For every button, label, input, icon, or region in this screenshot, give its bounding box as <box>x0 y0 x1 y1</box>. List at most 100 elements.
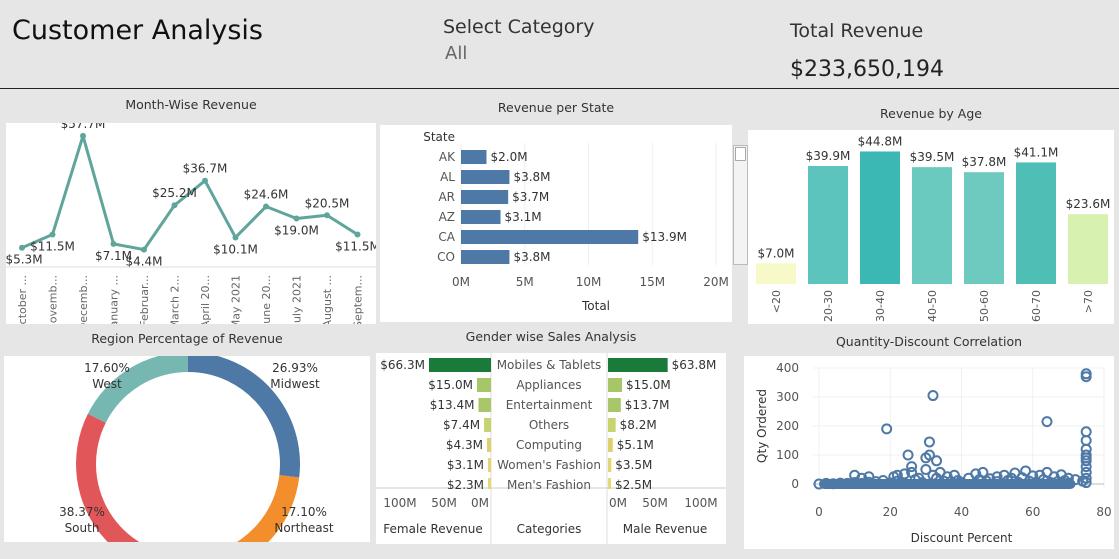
male-bar <box>608 378 623 392</box>
male-value-label: $15.0M <box>626 378 671 392</box>
female-value-label: $3.1M <box>447 458 484 472</box>
month-revenue-chart: $5.3M$11.5M$57.7M$7.1M$4.4M$25.2M$36.7M$… <box>5 117 379 333</box>
month-tick-label: August ... <box>321 275 334 324</box>
total-revenue-value: $233,650,194 <box>790 57 944 82</box>
male-x-tick: 100M <box>684 496 717 510</box>
state-scrollbar[interactable] <box>733 145 748 265</box>
state-bar <box>461 170 510 184</box>
age-value-label: $37.8M <box>962 155 1007 169</box>
state-x-tick: 0M <box>452 275 470 289</box>
state-row-label: AR <box>438 190 455 204</box>
month-tick-label: July 2021 <box>291 275 304 324</box>
month-value-label: $5.3M <box>6 253 43 267</box>
qd-y-tick: 200 <box>776 419 799 433</box>
category-filter-value[interactable]: All <box>445 43 467 64</box>
female-value-label: $66.3M <box>380 358 425 372</box>
month-point <box>49 231 56 238</box>
age-bar <box>1068 214 1108 284</box>
state-x-tick: 15M <box>639 275 665 289</box>
state-x-axis-label: Total <box>581 299 610 313</box>
region-name-label: West <box>92 377 122 391</box>
state-bar <box>461 230 639 244</box>
qd-x-tick: 60 <box>1025 505 1040 519</box>
female-bar <box>476 378 491 392</box>
state-row-label: AZ <box>439 210 455 224</box>
region-donut-chart: 26.93% Midwest 17.10% Northeast 38.37% South 1… <box>59 352 334 559</box>
category-filter-label: Select Category <box>443 16 595 38</box>
qd-y-tick: 400 <box>776 361 799 375</box>
state-value-label: $3.1M <box>505 210 542 224</box>
month-value-label: $36.7M <box>183 162 228 176</box>
age-tick-label: <20 <box>770 290 783 313</box>
region-pct-label: 26.93% <box>272 361 318 375</box>
male-axis-label: Male Revenue <box>623 522 708 536</box>
month-tick-label: October ... <box>16 275 29 324</box>
month-point <box>354 231 361 238</box>
age-value-label: $41.1M <box>1014 145 1059 159</box>
month-value-label: $25.2M <box>152 186 197 200</box>
female-x-tick: 50M <box>431 496 457 510</box>
female-x-tick: 0M <box>471 496 489 510</box>
region-name-label: South <box>65 521 100 535</box>
month-tick-label: March 2... <box>169 275 182 324</box>
total-revenue-label: Total Revenue <box>790 20 924 42</box>
age-bar <box>912 167 952 284</box>
category-label: Women's Fashion <box>497 458 601 472</box>
state-bar <box>461 190 509 204</box>
age-tick-label: 40-50 <box>926 290 939 322</box>
gender-sales-title: Gender wise Sales Analysis <box>465 329 637 344</box>
female-value-label: $4.3M <box>446 438 483 452</box>
age-bar <box>860 151 900 284</box>
state-row-label: AL <box>440 170 455 184</box>
female-x-tick: 100M <box>383 496 416 510</box>
category-label: Mobiles & Tablets <box>497 358 602 372</box>
female-bar <box>484 418 491 432</box>
qd-x-tick: 0 <box>815 505 823 519</box>
category-label: Appliances <box>516 378 581 392</box>
age-value-label: $23.6M <box>1066 197 1111 211</box>
state-row-label: AK <box>439 150 456 164</box>
month-revenue-title: Month-Wise Revenue <box>125 97 257 112</box>
category-label: Entertainment <box>506 398 593 412</box>
month-point <box>19 244 25 251</box>
male-bar <box>608 398 621 412</box>
month-value-label: $24.6M <box>244 188 289 202</box>
age-bar <box>756 263 796 284</box>
month-point <box>80 132 86 139</box>
male-value-label: $8.2M <box>620 418 657 432</box>
category-label: Computing <box>516 438 582 452</box>
category-label: Others <box>529 418 569 432</box>
month-value-label: $20.5M <box>305 196 350 210</box>
month-value-label: $19.0M <box>274 223 319 237</box>
state-row-label: CO <box>437 250 455 264</box>
female-bar <box>478 398 491 412</box>
male-value-label: $63.8M <box>672 358 717 372</box>
qd-y-axis-label: Qty Ordered <box>755 389 769 463</box>
state-x-tick: 20M <box>703 275 729 289</box>
age-tick-label: 60-70 <box>1030 290 1043 322</box>
region-pct-label: 17.60% <box>84 361 130 375</box>
month-value-label: $11.5M <box>335 239 376 253</box>
month-point <box>171 202 178 209</box>
age-revenue-title: Revenue by Age <box>880 106 982 121</box>
qd-point <box>923 436 935 448</box>
month-tick-label: Septem... <box>352 275 365 324</box>
qd-point <box>927 390 939 402</box>
month-value-label: $57.7M <box>61 123 106 131</box>
region-revenue-title: Region Percentage of Revenue <box>91 331 283 346</box>
age-tick-label: >70 <box>1082 290 1095 313</box>
qd-point <box>1080 435 1092 446</box>
month-point <box>293 215 300 222</box>
age-revenue-panel: $7.0M <20 $39.9M 20-30 $44.8M 30-40 $39.5M 40-5… <box>748 130 1114 324</box>
quantity-discount-panel: 0 100 200 300 400 0 20 40 60 80 Qty Ordered Discoun… <box>744 356 1114 549</box>
state-bar <box>461 210 501 224</box>
male-value-label: $13.7M <box>625 398 670 412</box>
month-revenue-panel: $5.3M $11.5M $57.7M $7.1M $4.4M $25.2M $36.7M $… <box>5 117 379 333</box>
state-scrollbar-thumb[interactable] <box>735 147 746 161</box>
month-tick-label: Decemb... <box>77 275 90 324</box>
state-bar <box>461 250 510 264</box>
state-row-header: State <box>423 130 455 144</box>
month-point <box>263 203 269 210</box>
age-value-label: $44.8M <box>858 134 903 148</box>
male-bar <box>608 438 613 452</box>
